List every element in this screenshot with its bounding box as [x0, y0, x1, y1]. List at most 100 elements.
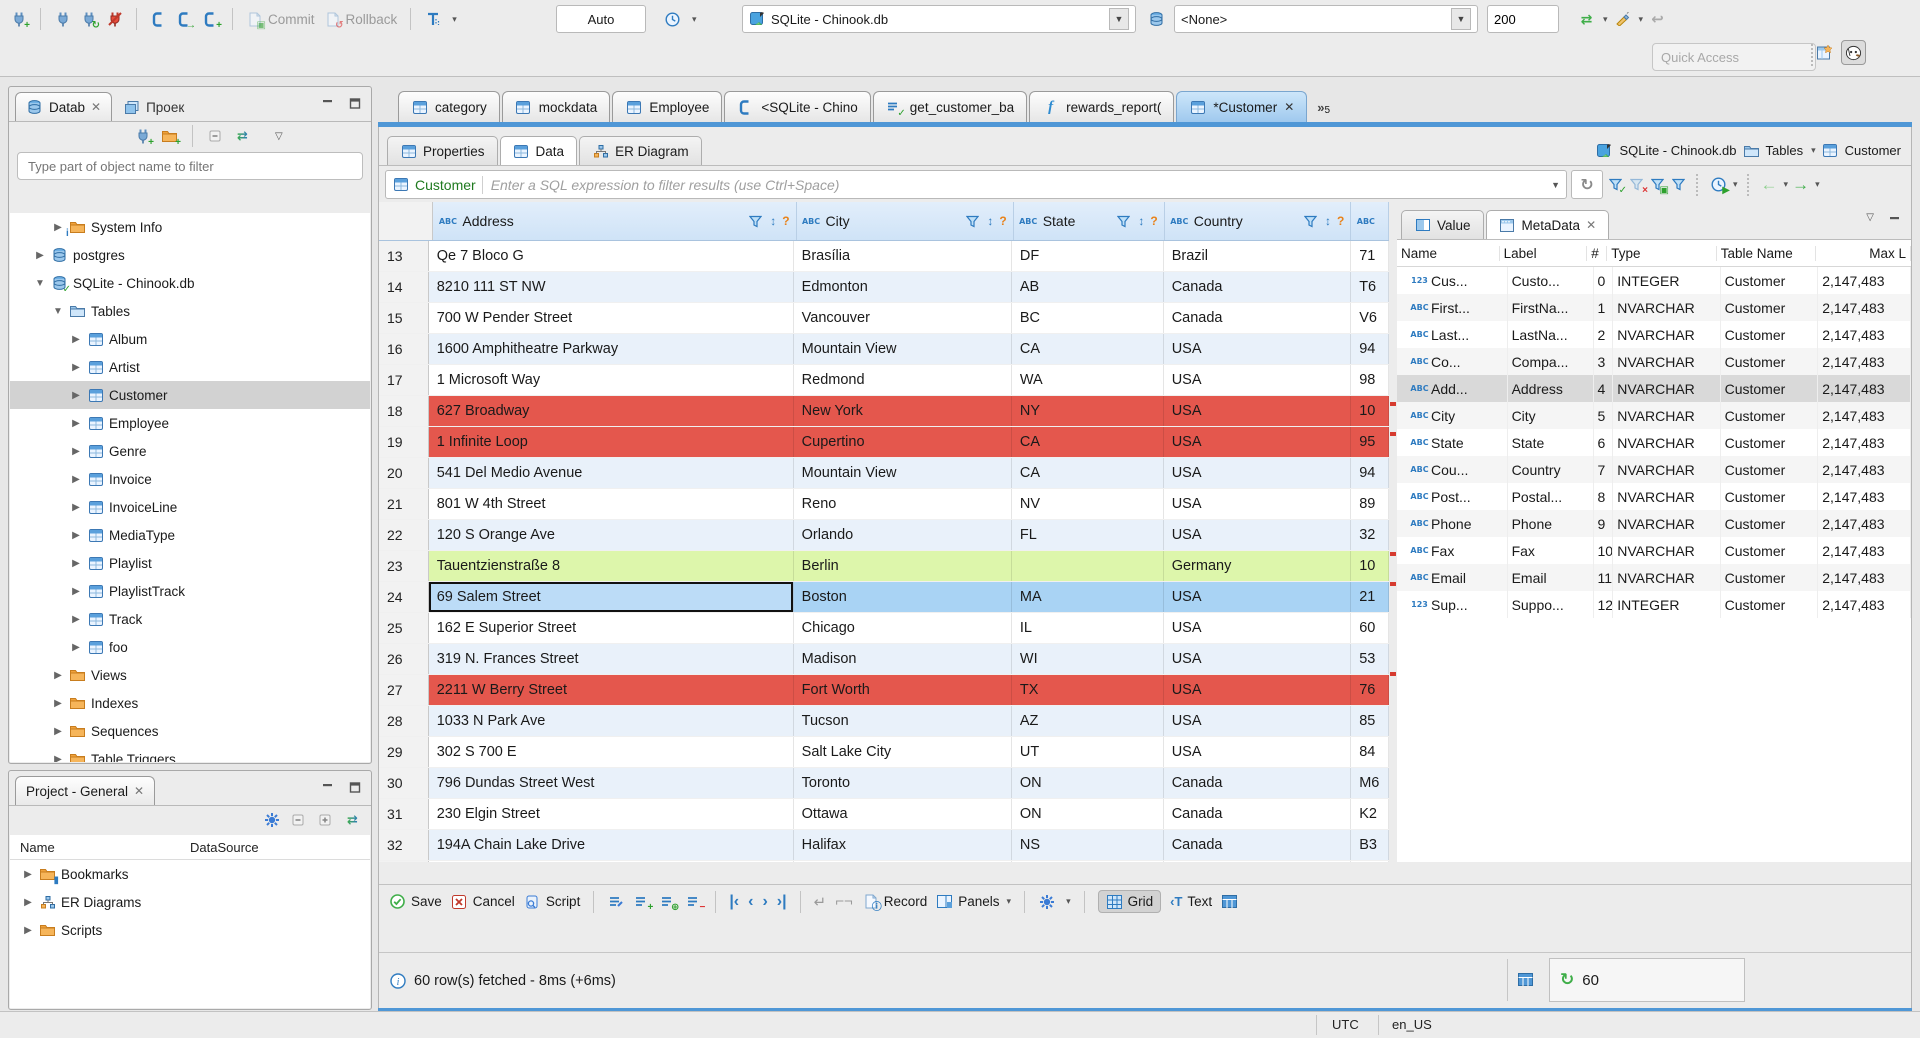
project-item-scripts[interactable]: ▶ Scripts	[10, 916, 370, 944]
cell-city[interactable]: Edmonton	[794, 272, 1012, 302]
navigator-filter[interactable]	[17, 152, 363, 180]
row-number-cell[interactable]: 18	[379, 396, 429, 426]
next-page-icon[interactable]: ›	[762, 893, 767, 911]
tree-item-genre[interactable]: ▶ Genre	[10, 437, 370, 465]
cell-address[interactable]: 302 S 700 E	[429, 737, 794, 767]
tab-employee[interactable]: Employee	[612, 91, 723, 122]
tree-collapsed-arrow-icon[interactable]: ▶	[22, 897, 34, 908]
delete-row-icon[interactable]: −	[685, 893, 705, 913]
meta-cell-num[interactable]: 0	[1594, 267, 1614, 294]
meta-cell-type[interactable]: INTEGER	[1613, 591, 1721, 618]
table-row[interactable]: 29 302 S 700 E Salt Lake City UT USA 84	[379, 737, 1389, 768]
tab-mockdata[interactable]: mockdata	[501, 91, 611, 122]
row-number-cell[interactable]: 29	[379, 737, 429, 767]
more-tabs-button[interactable]: » 5	[1317, 92, 1330, 122]
breadcrumb-database[interactable]: SQLite - Chinook.db	[1619, 143, 1736, 158]
grid-view-button[interactable]: Grid	[1097, 890, 1162, 913]
meta-cell-table[interactable]: Customer	[1721, 483, 1819, 510]
tab-er-diagram[interactable]: ER Diagram	[579, 136, 702, 165]
open-perspective-icon[interactable]	[1816, 44, 1833, 61]
cell-city[interactable]: Cupertino	[794, 427, 1012, 457]
first-page-icon[interactable]: |‹	[729, 893, 739, 911]
cell-state[interactable]: FL	[1012, 520, 1164, 550]
cell-state[interactable]: ON	[1012, 799, 1164, 829]
cell-country[interactable]: Canada	[1164, 272, 1352, 302]
cell-city[interactable]: Salt Lake City	[794, 737, 1012, 767]
tree-item-foo[interactable]: ▶ foo	[10, 633, 370, 661]
meta-cell-num[interactable]: 4	[1594, 375, 1614, 402]
last-page-icon[interactable]: ›|	[777, 893, 787, 911]
tree-collapsed-arrow-icon[interactable]: ▶	[52, 726, 64, 737]
metadata-row[interactable]: ABC Cou... Country 7 NVARCHAR Customer 2,147,4…	[1397, 456, 1912, 483]
meta-cell-max[interactable]: 2,147,483	[1818, 564, 1912, 591]
tree-collapsed-arrow-icon[interactable]: ▶	[70, 362, 82, 373]
meta-cell-type[interactable]: NVARCHAR	[1613, 294, 1721, 321]
meta-cell-name[interactable]: ABC State	[1397, 429, 1508, 456]
tab-customer-active[interactable]: *Customer ✕	[1176, 91, 1308, 122]
tree-collapsed-arrow-icon[interactable]: ▶	[52, 222, 64, 233]
cell-address[interactable]: 700 W Pender Street	[429, 303, 794, 333]
meta-cell-table[interactable]: Customer	[1721, 591, 1819, 618]
save-filter-icon[interactable]: ▣	[1649, 176, 1669, 196]
tree-collapsed-arrow-icon[interactable]: ▶	[70, 558, 82, 569]
auto-refresh-box[interactable]: ↻ 60	[1549, 958, 1745, 1002]
cell-country[interactable]: USA	[1164, 489, 1352, 519]
row-number-cell[interactable]: 16	[379, 334, 429, 364]
meta-cell-num[interactable]: 2	[1594, 321, 1614, 348]
cell-address[interactable]: 319 N. Frances Street	[429, 644, 794, 674]
cell-address[interactable]: Tauentzienstraße 8	[429, 551, 794, 581]
tab-category[interactable]: category	[398, 91, 500, 122]
meta-cell-name[interactable]: ABC Phone	[1397, 510, 1508, 537]
apply-filter-icon[interactable]: ✓	[1607, 176, 1627, 196]
cell-postal[interactable]: R3	[1351, 861, 1389, 862]
tree-collapsed-arrow-icon[interactable]: ▶	[52, 698, 64, 709]
table-row[interactable]: 27 2211 W Berry Street Fort Worth TX USA 76	[379, 675, 1389, 706]
breadcrumb-tables[interactable]: Tables	[1766, 143, 1804, 158]
row-number-cell[interactable]: 17	[379, 365, 429, 395]
meta-cell-type[interactable]: NVARCHAR	[1613, 402, 1721, 429]
cell-address[interactable]: 796 Dundas Street West	[429, 768, 794, 798]
row-number-cell[interactable]: 30	[379, 768, 429, 798]
meta-cell-max[interactable]: 2,147,483	[1818, 321, 1912, 348]
cell-country[interactable]: USA	[1164, 644, 1352, 674]
meta-cell-max[interactable]: 2,147,483	[1818, 510, 1912, 537]
meta-cell-label[interactable]: Suppo...	[1508, 591, 1594, 618]
meta-cell-table[interactable]: Customer	[1721, 294, 1819, 321]
row-number-cell[interactable]: 28	[379, 706, 429, 736]
cell-city[interactable]: Mountain View	[794, 334, 1012, 364]
meta-cell-label[interactable]: FirstNa...	[1508, 294, 1594, 321]
meta-cell-name[interactable]: ABC First...	[1397, 294, 1508, 321]
cell-state[interactable]: CA	[1012, 334, 1164, 364]
expand-all-icon[interactable]	[317, 812, 334, 829]
meta-cell-label[interactable]: Email	[1508, 564, 1594, 591]
dbeaver-perspective-button[interactable]	[1841, 40, 1866, 66]
cell-city[interactable]: Toronto	[794, 768, 1012, 798]
table-row[interactable]: 30 796 Dundas Street West Toronto ON Canada M…	[379, 768, 1389, 799]
meta-cell-num[interactable]: 11	[1594, 564, 1614, 591]
meta-column-type[interactable]: Type	[1607, 245, 1717, 261]
meta-cell-max[interactable]: 2,147,483	[1818, 591, 1912, 618]
tab-metadata[interactable]: MetaData ✕	[1485, 210, 1610, 239]
chevron-down-icon[interactable]: ▾	[452, 14, 457, 25]
meta-cell-max[interactable]: 2,147,483	[1818, 456, 1912, 483]
chevron-down-icon[interactable]: ▾	[692, 14, 697, 25]
meta-cell-type[interactable]: NVARCHAR	[1613, 456, 1721, 483]
row-number-cell[interactable]: 31	[379, 799, 429, 829]
cell-state[interactable]: WI	[1012, 644, 1164, 674]
cancel-button[interactable]: Cancel	[451, 893, 515, 910]
sql-filter-input-box[interactable]: Customer ▼	[385, 170, 1567, 199]
tree-item-table-triggers[interactable]: ▶ Table Triggers	[10, 745, 370, 762]
table-row[interactable]: 28 1033 N Park Ave Tucson AZ USA 85	[379, 706, 1389, 737]
cell-city[interactable]: Vancouver	[794, 303, 1012, 333]
tab-projects[interactable]: Проек	[112, 92, 195, 121]
cell-city[interactable]: Chicago	[794, 613, 1012, 643]
sql-editor-icon[interactable]	[150, 11, 167, 28]
column-header-city[interactable]: ABC City ↕?	[797, 202, 1014, 240]
close-icon[interactable]: ✕	[134, 784, 144, 798]
meta-cell-table[interactable]: Customer	[1721, 537, 1819, 564]
transaction-history-icon[interactable]	[664, 11, 681, 28]
column-header-address[interactable]: ABC Address ↕?	[433, 202, 797, 240]
column-sort-icon[interactable]: ↕	[770, 214, 776, 228]
tree-item-views[interactable]: ▶ Views	[10, 661, 370, 689]
table-row[interactable]: 31 230 Elgin Street Ottawa ON Canada K2	[379, 799, 1389, 830]
